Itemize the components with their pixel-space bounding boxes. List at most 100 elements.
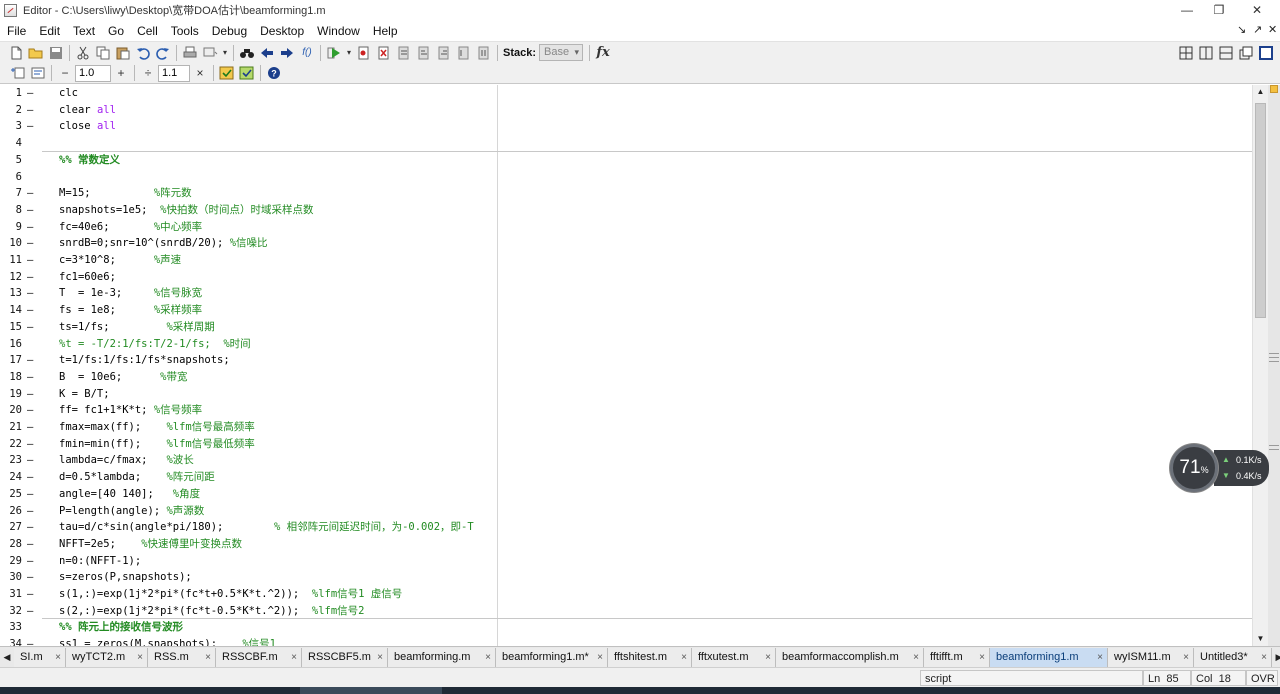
code-line[interactable]: 7– M=15; %阵元数 bbox=[0, 185, 1252, 202]
code-line[interactable]: 14– fs = 1e8; %采样频率 bbox=[0, 302, 1252, 319]
warning-mark[interactable] bbox=[1269, 353, 1279, 354]
print-preview-icon[interactable] bbox=[201, 44, 219, 62]
executable-line-marker[interactable]: – bbox=[27, 603, 33, 620]
vertical-scrollbar[interactable]: ▲ ▼ bbox=[1252, 85, 1268, 646]
step-icon[interactable] bbox=[395, 44, 413, 62]
menu-debug[interactable]: Debug bbox=[205, 24, 253, 38]
editor-tab[interactable]: RSSCBF.m × bbox=[216, 647, 302, 667]
executable-line-marker[interactable]: – bbox=[27, 319, 33, 336]
scroll-up-arrow-icon[interactable]: ▲ bbox=[1253, 85, 1268, 99]
code-line[interactable]: 24– d=0.5*lambda; %阵元间距 bbox=[0, 469, 1252, 486]
editor-tab[interactable]: beamforming1.m × bbox=[990, 647, 1108, 667]
warning-mark[interactable] bbox=[1269, 445, 1279, 446]
executable-line-marker[interactable]: – bbox=[27, 118, 33, 135]
code-line[interactable]: 11– c=3*10^8; %声速 bbox=[0, 252, 1252, 269]
left-right-layout-icon[interactable] bbox=[1197, 44, 1215, 62]
close-tab-icon[interactable]: × bbox=[55, 648, 61, 667]
step-in-icon[interactable] bbox=[415, 44, 433, 62]
code-line[interactable]: 34– ss1 = zeros(M,snapshots); %信号1 bbox=[0, 636, 1252, 646]
close-tab-icon[interactable]: × bbox=[1097, 648, 1103, 667]
executable-line-marker[interactable]: – bbox=[27, 85, 33, 102]
executable-line-marker[interactable]: – bbox=[27, 252, 33, 269]
function-browser-icon[interactable]: f() bbox=[298, 44, 316, 62]
code-line[interactable]: 17– t=1/fs:1/fs:1/fs*snapshots; bbox=[0, 352, 1252, 369]
decrement-button[interactable]: − bbox=[56, 64, 74, 82]
close-tab-icon[interactable]: × bbox=[979, 648, 985, 667]
clear-breakpoints-icon[interactable] bbox=[375, 44, 393, 62]
menu-edit[interactable]: Edit bbox=[32, 24, 66, 38]
find-binoculars-icon[interactable] bbox=[238, 44, 256, 62]
new-file-icon[interactable] bbox=[7, 44, 25, 62]
editor-tab[interactable]: beamforming.m × bbox=[388, 647, 496, 667]
undock-icon[interactable]: ↘ bbox=[1237, 20, 1246, 41]
insert-function-icon[interactable]: fx bbox=[594, 44, 612, 62]
menu-file[interactable]: File bbox=[0, 24, 32, 38]
executable-line-marker[interactable]: – bbox=[27, 202, 33, 219]
code-line[interactable]: 21– fmax=max(ff); %lfm信号最高频率 bbox=[0, 419, 1252, 436]
executable-line-marker[interactable]: – bbox=[27, 503, 33, 520]
close-tab-icon[interactable]: × bbox=[681, 648, 687, 667]
close-editor-icon[interactable]: ✕ bbox=[1268, 20, 1277, 41]
scrollbar-thumb[interactable] bbox=[1255, 103, 1266, 318]
editor-tab[interactable]: RSS.m × bbox=[148, 647, 216, 667]
show-cell-titles-icon[interactable] bbox=[29, 64, 47, 82]
code-line[interactable]: 4 bbox=[0, 135, 1252, 152]
executable-line-marker[interactable]: – bbox=[27, 352, 33, 369]
maximize-layout-icon[interactable] bbox=[1257, 44, 1275, 62]
close-tab-icon[interactable]: × bbox=[137, 648, 143, 667]
code-line[interactable]: 6 bbox=[0, 169, 1252, 186]
executable-line-marker[interactable]: – bbox=[27, 102, 33, 119]
multiply-button[interactable]: × bbox=[191, 64, 209, 82]
warning-mark[interactable] bbox=[1269, 357, 1279, 358]
code-line[interactable]: 10– snrdB=0;snr=10^(snrdB/20); %信噪比 bbox=[0, 235, 1252, 252]
exit-debug-icon[interactable] bbox=[475, 44, 493, 62]
code-line[interactable]: 27– tau=d/c*sin(angle*pi/180); % 相邻阵元间延迟时… bbox=[0, 519, 1252, 536]
executable-line-marker[interactable]: – bbox=[27, 519, 33, 536]
message-bar[interactable] bbox=[1268, 85, 1280, 646]
step-out-icon[interactable] bbox=[435, 44, 453, 62]
executable-line-marker[interactable]: – bbox=[27, 269, 33, 286]
print-icon[interactable] bbox=[181, 44, 199, 62]
divide-value-input[interactable] bbox=[158, 64, 190, 82]
editor-tab[interactable]: fftifft.m × bbox=[924, 647, 990, 667]
code-line[interactable]: 15– ts=1/fs; %采样周期 bbox=[0, 319, 1252, 336]
continue-icon[interactable] bbox=[455, 44, 473, 62]
top-bottom-layout-icon[interactable] bbox=[1217, 44, 1235, 62]
code-line[interactable]: 33 %% 阵元上的接收信号波形 bbox=[0, 619, 1252, 636]
warning-mark[interactable] bbox=[1269, 449, 1279, 450]
editor-tab[interactable]: RSSCBF5.m × bbox=[302, 647, 388, 667]
chevron-down-icon[interactable]: ▾ bbox=[345, 44, 353, 62]
editor-tab[interactable]: wyISM11.m × bbox=[1108, 647, 1194, 667]
evaluate-cell-icon[interactable] bbox=[218, 64, 236, 82]
executable-line-marker[interactable]: – bbox=[27, 452, 33, 469]
editor-tab[interactable]: wyTCT2.m × bbox=[66, 647, 148, 667]
code-line[interactable]: 29– n=0:(NFFT-1); bbox=[0, 553, 1252, 570]
editor-tab[interactable]: beamforming1.m* × bbox=[496, 647, 608, 667]
editor-tab[interactable]: Untitled3* × bbox=[1194, 647, 1272, 667]
code-editor[interactable]: 1– clc 2– clear all 3– close all 4 5%% 常数定义 6 7– M… bbox=[0, 85, 1268, 646]
close-window-button[interactable]: ✕ bbox=[1234, 0, 1280, 20]
code-line[interactable]: 16 %t = -T/2:1/fs:T/2-1/fs; %时间 bbox=[0, 336, 1252, 353]
executable-line-marker[interactable]: – bbox=[27, 636, 33, 646]
run-icon[interactable] bbox=[325, 44, 343, 62]
executable-line-marker[interactable]: – bbox=[27, 185, 33, 202]
redo-icon[interactable] bbox=[154, 44, 172, 62]
code-line[interactable]: 26– P=length(angle); %声源数 bbox=[0, 503, 1252, 520]
menu-desktop[interactable]: Desktop bbox=[253, 24, 310, 38]
cut-icon[interactable] bbox=[74, 44, 92, 62]
close-tab-icon[interactable]: × bbox=[1261, 648, 1267, 667]
code-line[interactable]: 22– fmin=min(ff); %lfm信号最低频率 bbox=[0, 436, 1252, 453]
code-line[interactable]: 13– T = 1e-3; %信号脉宽 bbox=[0, 285, 1252, 302]
menu-help[interactable]: Help bbox=[366, 24, 404, 38]
code-line[interactable]: 32– s(2,:)=exp(1j*2*pi*(fc*t-0.5*K*t.^2))… bbox=[0, 603, 1252, 620]
evaluate-and-advance-icon[interactable] bbox=[238, 64, 256, 82]
increment-button[interactable]: + bbox=[112, 64, 130, 82]
stack-select[interactable]: Base bbox=[539, 44, 584, 61]
close-tab-icon[interactable]: × bbox=[765, 648, 771, 667]
tab-scroll-right-icon[interactable]: ▶ bbox=[1272, 652, 1280, 663]
close-tab-icon[interactable]: × bbox=[1183, 648, 1189, 667]
menu-cell[interactable]: Cell bbox=[130, 24, 164, 38]
back-arrow-icon[interactable] bbox=[258, 44, 276, 62]
executable-line-marker[interactable]: – bbox=[27, 419, 33, 436]
warning-mark[interactable] bbox=[1269, 361, 1279, 362]
